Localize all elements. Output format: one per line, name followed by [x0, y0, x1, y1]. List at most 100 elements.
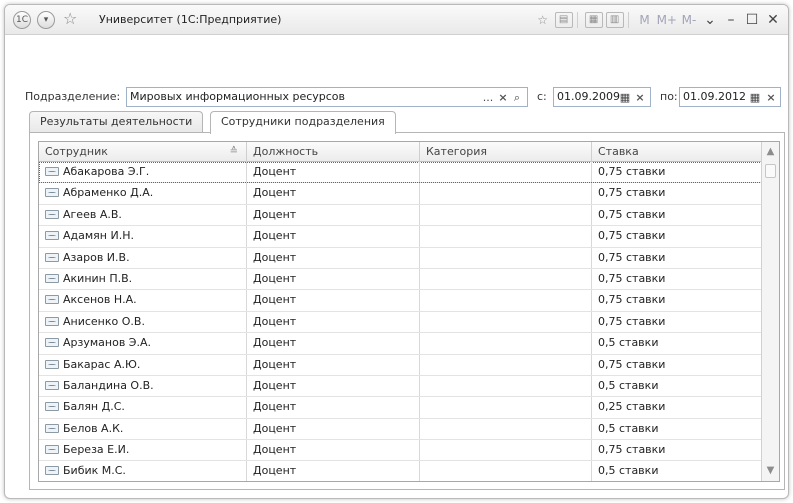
memory-m-button[interactable]: M: [636, 11, 654, 29]
table-row[interactable]: Агеев А.В. Доцент 0,75 ставки: [39, 204, 762, 227]
maximize-icon[interactable]: ☐: [743, 11, 761, 29]
clear-to-date-button[interactable]: ×: [764, 90, 778, 106]
employee-icon: [45, 188, 59, 198]
column-header-employee[interactable]: Сотрудник ≙: [39, 142, 247, 162]
cell-position: Доцент: [247, 290, 420, 311]
table-row[interactable]: Арзуманов Э.А. Доцент 0,5 ставки: [39, 333, 762, 355]
cell-text: 0,75 ставки: [598, 186, 666, 200]
cell-text: Аксенов Н.А.: [63, 293, 137, 307]
cell-text: Доцент: [253, 229, 297, 243]
cell-rate: 0,75 ставки: [592, 183, 762, 203]
cell-rate: 0,75 ставки: [592, 290, 762, 310]
employee-icon: [45, 231, 59, 241]
cell-category: [420, 333, 592, 354]
scroll-up-icon[interactable]: ▲: [762, 143, 779, 161]
main-menu-button[interactable]: ▾: [37, 11, 55, 29]
tab-panel: Сотрудник ≙ Должность Категория Ставка А…: [29, 132, 785, 490]
cell-position: Доцент: [247, 311, 420, 333]
cell-employee: Баландина О.В.: [39, 375, 247, 397]
table-row[interactable]: Абакарова Э.Г. Доцент 0,75 ставки: [39, 162, 762, 184]
calendar-icon[interactable]: ▦: [618, 90, 632, 106]
cell-text: Анисенко О.В.: [63, 314, 145, 328]
employee-icon: [45, 209, 59, 219]
column-header-position[interactable]: Должность: [247, 142, 420, 162]
column-header-rate[interactable]: Ставка: [592, 142, 762, 162]
table-row[interactable]: Акинин П.В. Доцент 0,75 ставки: [39, 268, 762, 291]
memory-plus-button[interactable]: M+: [657, 11, 677, 29]
vertical-scrollbar[interactable]: ▲ ▼: [761, 142, 779, 481]
table-row[interactable]: Береза Е.И. Доцент 0,75 ставки: [39, 440, 762, 462]
table-row[interactable]: Аксенов Н.А. Доцент 0,75 ставки: [39, 290, 762, 312]
table-row[interactable]: Балян Д.С. Доцент 0,25 ставки: [39, 397, 762, 419]
cell-position: Доцент: [247, 183, 420, 204]
cell-position: Доцент: [247, 418, 420, 440]
print-icon[interactable]: ▤: [554, 12, 573, 28]
title-bar: 1C ▾ ☆ Университет (1С:Предприятие) ☆ ▤ …: [5, 5, 788, 35]
cell-employee: Абраменко Д.А.: [39, 183, 247, 204]
filter-row: Подразделение: Мировых информационных ре…: [25, 87, 785, 107]
cell-position: Доцент: [247, 397, 420, 418]
cell-employee: Агеев А.В.: [39, 204, 247, 226]
app-logo-icon[interactable]: 1C: [13, 11, 31, 29]
from-date-input[interactable]: 01.09.2009 ▦ ×: [553, 87, 651, 107]
minimize-icon[interactable]: –: [722, 11, 740, 29]
column-header-category[interactable]: Категория: [420, 142, 592, 162]
calendar-icon[interactable]: ▦: [748, 90, 762, 106]
cell-text: Доцент: [253, 271, 297, 285]
cell-position: Доцент: [247, 375, 420, 397]
table-row[interactable]: Адамян И.Н. Доцент 0,75 ставки: [39, 226, 762, 248]
cell-employee: Бибик М.С.: [39, 461, 247, 481]
cell-text: Бибик М.С.: [63, 464, 126, 478]
favorites-star-icon[interactable]: ☆: [63, 10, 77, 28]
scroll-down-icon[interactable]: ▼: [762, 462, 779, 480]
scroll-thumb[interactable]: [765, 164, 776, 178]
cell-employee: Белов А.К.: [39, 418, 247, 440]
table-row[interactable]: Абраменко Д.А. Доцент 0,75 ставки: [39, 183, 762, 205]
cell-text: Абакарова Э.Г.: [63, 165, 150, 178]
cell-text: Доцент: [253, 464, 297, 478]
memory-minus-button[interactable]: M-: [680, 11, 698, 29]
cell-category: [420, 375, 592, 397]
calendar-icon[interactable]: ▥: [605, 12, 624, 28]
table-row[interactable]: Азаров И.В. Доцент 0,75 ставки: [39, 247, 762, 269]
clear-from-date-button[interactable]: ×: [633, 90, 647, 106]
cell-position: Доцент: [247, 226, 420, 247]
employee-icon: [45, 380, 59, 390]
search-icon[interactable]: ⌕: [510, 90, 524, 106]
table-row[interactable]: Белов А.К. Доцент 0,5 ставки: [39, 418, 762, 441]
cell-rate: 0,75 ставки: [592, 355, 762, 375]
tab-results[interactable]: Результаты деятельности: [29, 111, 204, 133]
star-icon[interactable]: ☆: [534, 11, 552, 29]
table-row[interactable]: Бакарас А.Ю. Доцент 0,75 ставки: [39, 354, 762, 376]
close-icon[interactable]: ✕: [764, 11, 782, 29]
cell-text: Доцент: [253, 165, 297, 178]
clear-division-button[interactable]: ×: [496, 90, 510, 106]
cell-text: Белов А.К.: [63, 421, 124, 435]
tab-division-employees[interactable]: Сотрудники подразделения: [210, 111, 396, 134]
division-input[interactable]: Мировых информационных ресурсов ... × ⌕: [126, 87, 528, 107]
cell-text: 0,75 ставки: [598, 314, 666, 328]
cell-category: [420, 290, 592, 311]
cell-category: [420, 268, 592, 290]
select-ellipsis-button[interactable]: ...: [481, 90, 495, 106]
cell-position: Доцент: [247, 268, 420, 290]
table-row[interactable]: Бибик М.С. Доцент 0,5 ставки: [39, 461, 762, 481]
cell-rate: 0,5 ставки: [592, 461, 762, 481]
cell-text: Агеев А.В.: [63, 207, 122, 221]
calculator-icon[interactable]: ▦: [584, 12, 603, 28]
employee-icon: [45, 466, 59, 476]
column-header-label: Сотрудник: [45, 145, 108, 158]
employees-table[interactable]: Сотрудник ≙ Должность Категория Ставка А…: [38, 141, 780, 482]
cell-position: Доцент: [247, 440, 420, 461]
to-date-input[interactable]: 01.09.2012 ▦ ×: [679, 87, 781, 107]
cell-employee: Балян Д.С.: [39, 397, 247, 418]
table-body: Абакарова Э.Г. Доцент 0,75 ставки Абраменко…: [39, 162, 762, 481]
division-label: Подразделение:: [25, 90, 121, 103]
cell-text: 0,5 ставки: [598, 378, 659, 392]
cell-rate: 0,5 ставки: [592, 376, 762, 396]
table-row[interactable]: Анисенко О.В. Доцент 0,75 ставки: [39, 311, 762, 334]
sort-ascending-icon[interactable]: ≙: [230, 142, 238, 161]
cell-position: Доцент: [247, 461, 420, 481]
chevron-down-icon[interactable]: ⌄: [701, 11, 719, 29]
table-row[interactable]: Баландина О.В. Доцент 0,5 ставки: [39, 375, 762, 398]
